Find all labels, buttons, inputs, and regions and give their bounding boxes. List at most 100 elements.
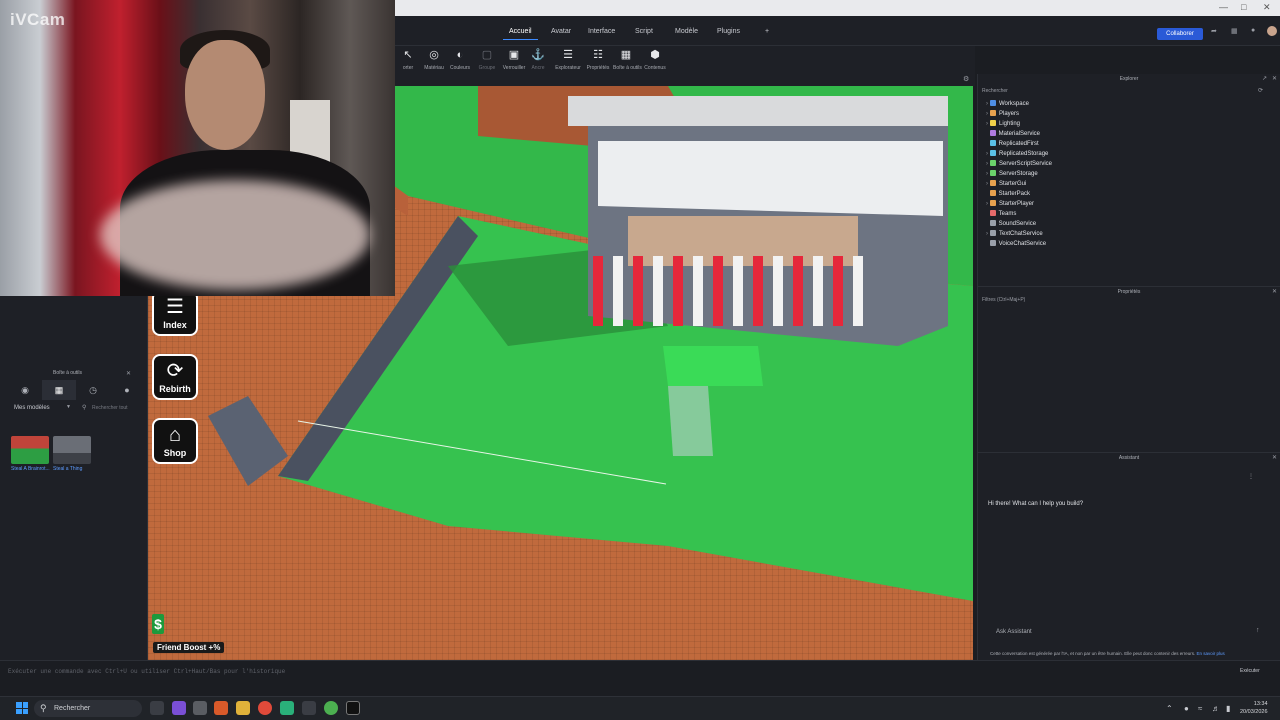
maximize-icon[interactable]: □: [1241, 2, 1246, 12]
app-icon[interactable]: [172, 701, 186, 715]
toolbox-tab-recent[interactable]: ◷: [76, 380, 110, 400]
toolbar-material-button[interactable]: ◎ Matériau: [421, 46, 447, 74]
assistant-close-icon[interactable]: ✕: [1272, 454, 1277, 461]
explorer-item-starterpack[interactable]: StarterPack: [986, 190, 1030, 197]
chevron-right-icon[interactable]: ›: [986, 181, 988, 187]
explorer-item-serverstorage[interactable]: › ServerStorage: [986, 170, 1038, 177]
assistant-input[interactable]: Ask Assistant: [988, 625, 1270, 639]
microphone-icon[interactable]: ●: [1184, 704, 1189, 713]
chevron-right-icon[interactable]: ›: [986, 151, 988, 157]
explorer-item-starterplayer[interactable]: › StarterPlayer: [986, 200, 1034, 207]
volume-icon[interactable]: ♬: [1212, 704, 1220, 713]
explorer-item-workspace[interactable]: › Workspace: [986, 100, 1029, 107]
task-view-icon[interactable]: [150, 701, 164, 715]
toolbox-category-dropdown[interactable]: Mes modèles: [8, 402, 72, 414]
toolbox-tab-creations[interactable]: ●: [110, 380, 144, 400]
share-icon[interactable]: ➦: [1211, 27, 1217, 35]
minimize-icon[interactable]: —: [1219, 2, 1228, 12]
close-icon[interactable]: ✕: [1263, 2, 1271, 13]
toolbar-content-button[interactable]: ⬢ Contenus: [642, 46, 668, 74]
send-icon[interactable]: ↑: [1256, 627, 1260, 634]
app-icon[interactable]: [280, 701, 294, 715]
explorer-item-voicechatservice[interactable]: VoiceChatService: [986, 240, 1046, 247]
toolbox-model-item[interactable]: Steal A Brainrot...: [11, 436, 53, 473]
chevron-right-icon[interactable]: ›: [986, 121, 988, 127]
wifi-icon[interactable]: ≈: [1198, 704, 1202, 713]
spawn-pad: [663, 346, 763, 386]
explorer-item-lighting[interactable]: › Lighting: [986, 120, 1020, 127]
toolbox-search-input[interactable]: Rechercher tout: [78, 402, 142, 414]
chrome-icon[interactable]: [258, 701, 272, 715]
explorer-item-teams[interactable]: Teams: [986, 210, 1016, 217]
explorer-item-label: StarterPack: [998, 191, 1031, 197]
taskbar-clock[interactable]: 13:34 20/03/2026: [1240, 700, 1268, 716]
explorer-search-input[interactable]: Rechercher: [982, 88, 1008, 94]
explorer-item-players[interactable]: › Players: [986, 110, 1019, 117]
bell-icon[interactable]: ●: [1251, 27, 1255, 34]
explorer-item-serverscriptservice[interactable]: › ServerScriptService: [986, 160, 1052, 167]
command-input[interactable]: Exécuter une commande avec Ctrl+U ou uti…: [8, 668, 285, 675]
undock-icon[interactable]: ↗: [1262, 75, 1267, 82]
tab-modele[interactable]: Modèle: [675, 28, 698, 35]
toolbox-close-icon[interactable]: ✕: [126, 370, 131, 377]
viewport-settings-icon[interactable]: ⚙: [963, 75, 969, 83]
explorer-item-label: ReplicatedFirst: [998, 141, 1039, 147]
avatar[interactable]: [1267, 26, 1277, 36]
chevron-right-icon[interactable]: ›: [986, 101, 988, 107]
tab-accueil[interactable]: Accueil: [503, 28, 538, 40]
roblox-studio-icon[interactable]: [346, 701, 360, 715]
group-icon: ▢: [481, 49, 493, 61]
index-hud-button[interactable]: ☰ Index: [152, 290, 198, 336]
more-options-icon[interactable]: ⋮: [1248, 473, 1254, 480]
explorer-item-label: SoundService: [998, 221, 1037, 227]
app-icon[interactable]: [324, 701, 338, 715]
toolbar-explorer-button[interactable]: ☰ Explorateur: [555, 46, 581, 74]
windows-start-icon[interactable]: [16, 702, 28, 714]
toolbar-group-button[interactable]: ▢ Groupe: [474, 46, 500, 74]
command-bar[interactable]: Exécuter une commande avec Ctrl+U ou uti…: [0, 660, 1280, 696]
toolbar-lock-button[interactable]: ▣ Verrouiller: [501, 46, 527, 74]
collaborate-button[interactable]: Collaborer: [1157, 28, 1203, 40]
toolbar-label: Ancre: [531, 65, 545, 71]
toolbar-color-button[interactable]: ◐ Couleurs: [447, 46, 473, 74]
app-icon[interactable]: [302, 701, 316, 715]
grid-icon[interactable]: ▦: [1231, 27, 1238, 35]
shop-hud-button[interactable]: ⌂ Shop: [152, 418, 198, 464]
taskbar-search[interactable]: ⚲ Rechercher: [34, 700, 142, 717]
add-tab-icon[interactable]: +: [765, 28, 769, 35]
tab-avatar[interactable]: Avatar: [551, 28, 571, 35]
toolbox-model-item[interactable]: Steal a Thing: [53, 436, 95, 473]
tab-plugins[interactable]: Plugins: [717, 28, 740, 35]
toolbar-mouse-button[interactable]: ↖ orter: [395, 46, 421, 74]
explorer-item-replicatedstorage[interactable]: › ReplicatedStorage: [986, 150, 1048, 157]
explorer-item-startergui[interactable]: › StarterGui: [986, 180, 1026, 187]
chevron-right-icon[interactable]: ›: [986, 231, 988, 237]
toolbar-anchor-button[interactable]: ⚓ Ancre: [525, 46, 551, 74]
history-icon[interactable]: ⟳: [1258, 87, 1263, 94]
explorer-item-materialservice[interactable]: MaterialService: [986, 130, 1040, 137]
toolbox-tab-inventory[interactable]: ◉: [8, 380, 42, 400]
tab-interface[interactable]: Interface: [588, 28, 615, 35]
properties-close-icon[interactable]: ✕: [1272, 288, 1277, 295]
folder-icon[interactable]: [236, 701, 250, 715]
explorer-item-replicatedfirst[interactable]: ReplicatedFirst: [986, 140, 1039, 147]
explorer-item-soundservice[interactable]: SoundService: [986, 220, 1036, 227]
chevron-right-icon[interactable]: ›: [986, 111, 988, 117]
tab-script[interactable]: Script: [635, 28, 653, 35]
chevron-right-icon[interactable]: ›: [986, 161, 988, 167]
learn-more-link[interactable]: En savoir plus: [1197, 651, 1225, 656]
explorer-close-icon[interactable]: ✕: [1272, 75, 1277, 82]
chevron-up-icon[interactable]: ⌃: [1166, 704, 1173, 713]
settings-icon[interactable]: [193, 701, 207, 715]
toolbar-toolbox-button[interactable]: ▦ Boîte à outils: [613, 46, 642, 74]
explorer-item-textchatservice[interactable]: › TextChatService: [986, 230, 1043, 237]
chevron-right-icon[interactable]: ›: [986, 201, 988, 207]
toolbox-tab-marketplace[interactable]: ▦: [42, 380, 76, 400]
chevron-right-icon[interactable]: ›: [986, 171, 988, 177]
toolbar-properties-button[interactable]: ☷ Propriétés: [585, 46, 611, 74]
app-icon[interactable]: [214, 701, 228, 715]
properties-filter-input[interactable]: Filtres (Ctrl+Maj+P): [982, 297, 1025, 303]
battery-icon[interactable]: ▮: [1226, 704, 1230, 713]
rebirth-hud-button[interactable]: ⟳ Rebirth: [152, 354, 198, 400]
run-command-button[interactable]: Exécuter: [1240, 668, 1260, 674]
